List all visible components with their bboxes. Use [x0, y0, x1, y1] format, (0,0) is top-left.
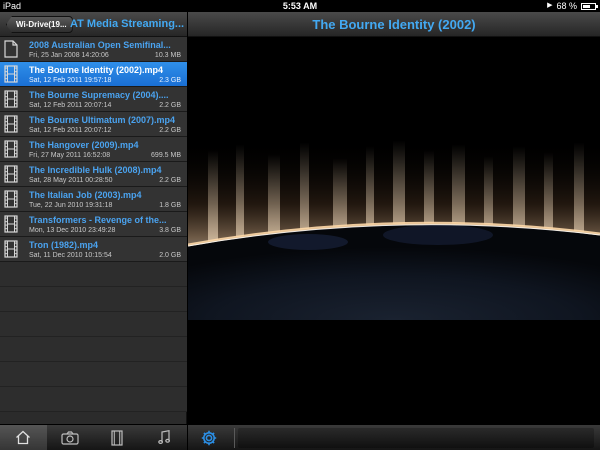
player-panel: The Bourne Identity (2002)	[188, 12, 600, 450]
tab-bar	[0, 424, 187, 450]
file-name: The Bourne Identity (2002).mp4	[29, 65, 164, 75]
video-player[interactable]	[188, 37, 600, 424]
film-icon	[4, 90, 18, 108]
player-toolbar	[188, 424, 600, 450]
status-time: 5:53 AM	[282, 1, 318, 11]
film-icon	[4, 140, 18, 158]
back-button[interactable]: Wi-Drive(19...	[6, 16, 73, 33]
file-date: Sat, 12 Feb 2011 20:07:14	[29, 102, 112, 109]
film-icon	[4, 240, 18, 258]
file-name: The Italian Job (2003).mp4	[29, 190, 142, 200]
file-size: 699.5 MB	[151, 152, 181, 159]
gear-icon	[201, 430, 217, 446]
toolbar-divider	[234, 428, 235, 448]
player-header: The Bourne Identity (2002)	[188, 12, 600, 37]
status-right: ▶ 68 %	[547, 0, 598, 12]
file-name: Tron (1982).mp4	[29, 240, 99, 250]
sidebar-header: Wi-Drive(19... AT Media Streaming...	[0, 12, 187, 37]
movie-title: The Bourne Identity (2002)	[312, 17, 476, 32]
battery-fill	[583, 4, 591, 8]
file-list: 2008 Australian Open Semifinal... Fri, 25…	[0, 37, 187, 412]
video-frame	[188, 140, 600, 320]
file-date: Sat, 11 Dec 2010 10:15:54	[29, 252, 112, 259]
empty-row	[0, 337, 187, 362]
file-size: 3.8 GB	[159, 227, 181, 234]
file-row[interactable]: Tron (1982).mp4 Sat, 11 Dec 2010 10:15:54…	[0, 237, 187, 262]
file-row[interactable]: 2008 Australian Open Semifinal... Fri, 25…	[0, 37, 187, 62]
film-icon	[4, 190, 18, 208]
file-date: Mon, 13 Dec 2010 23:49:28	[29, 227, 116, 234]
settings-button[interactable]	[200, 429, 218, 447]
file-name: 2008 Australian Open Semifinal...	[29, 40, 171, 50]
status-bar: iPad 5:53 AM ▶ 68 %	[0, 0, 600, 12]
home-icon	[15, 430, 31, 445]
battery-icon	[581, 2, 598, 10]
file-browser-panel: Wi-Drive(19... AT Media Streaming... 200…	[0, 12, 187, 450]
file-date: Tue, 22 Jun 2010 19:31:18	[29, 202, 113, 209]
file-date: Fri, 27 May 2011 16:52:08	[29, 152, 111, 159]
music-icon	[157, 430, 170, 445]
file-row[interactable]: The Italian Job (2003).mp4 Tue, 22 Jun 20…	[0, 187, 187, 212]
tab-film[interactable]	[94, 425, 141, 450]
empty-row	[0, 262, 187, 287]
tab-camera[interactable]	[47, 425, 94, 450]
play-indicator-icon: ▶	[547, 2, 553, 9]
file-row[interactable]: The Bourne Supremacy (2004).... Sat, 12 F…	[0, 87, 187, 112]
file-row[interactable]: Transformers - Revenge of the... Mon, 13 …	[0, 212, 187, 237]
file-date: Sat, 12 Feb 2011 19:57:18	[29, 77, 112, 84]
file-size: 2.0 GB	[159, 252, 181, 259]
toolbar-track	[238, 428, 594, 448]
file-size: 2.2 GB	[159, 127, 181, 134]
file-name: The Bourne Supremacy (2004)....	[29, 90, 169, 100]
file-date: Fri, 25 Jan 2008 14:20:06	[29, 52, 109, 59]
file-row[interactable]: The Bourne Ultimatum (2007).mp4 Sat, 12 F…	[0, 112, 187, 137]
film-icon	[111, 429, 123, 446]
film-icon	[4, 165, 18, 183]
file-row[interactable]: The Incredible Hulk (2008).mp4 Sat, 28 Ma…	[0, 162, 187, 187]
file-date: Sat, 28 May 2011 00:28:50	[29, 177, 113, 184]
file-size: 2.3 GB	[159, 77, 181, 84]
camera-icon	[61, 430, 79, 445]
file-size: 2.2 GB	[159, 102, 181, 109]
tab-music[interactable]	[140, 425, 187, 450]
empty-row	[0, 312, 187, 337]
file-name: The Hangover (2009).mp4	[29, 140, 139, 150]
film-icon	[4, 115, 18, 133]
file-size: 2.2 GB	[159, 177, 181, 184]
file-size: 1.8 GB	[159, 202, 181, 209]
empty-row	[0, 387, 187, 412]
sidebar-title: AT Media Streaming...	[70, 18, 185, 30]
empty-row	[0, 362, 187, 387]
file-row[interactable]: The Hangover (2009).mp4 Fri, 27 May 2011 …	[0, 137, 187, 162]
tab-home[interactable]	[0, 425, 47, 450]
film-icon	[4, 65, 18, 83]
battery-percent: 68 %	[556, 1, 577, 11]
file-name: The Bourne Ultimatum (2007).mp4	[29, 115, 176, 125]
empty-row	[0, 287, 187, 312]
file-row[interactable]: The Bourne Identity (2002).mp4 Sat, 12 Fe…	[0, 62, 187, 87]
file-date: Sat, 12 Feb 2011 20:07:12	[29, 127, 112, 134]
file-size: 10.3 MB	[154, 52, 181, 59]
file-name: Transformers - Revenge of the...	[29, 215, 167, 225]
document-icon	[4, 40, 18, 58]
film-icon	[4, 215, 18, 233]
file-name: The Incredible Hulk (2008).mp4	[29, 165, 162, 175]
